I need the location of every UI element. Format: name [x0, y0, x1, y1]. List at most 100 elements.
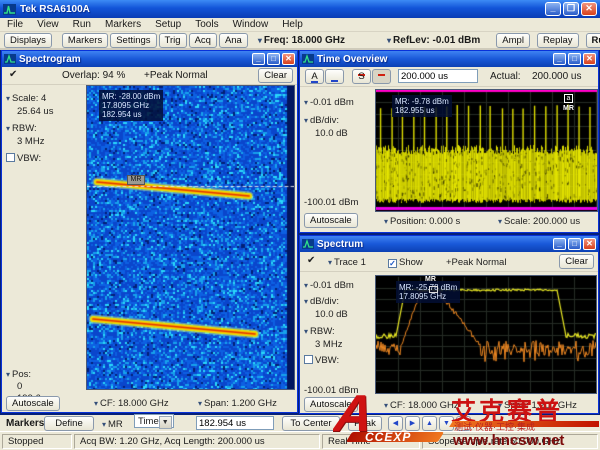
time-overview-plot[interactable]: MR: -9.78 dBm 182.955 us a MR	[375, 89, 598, 212]
top-level-control[interactable]: -0.01 dBm	[304, 280, 354, 291]
menu-file[interactable]: File	[0, 19, 30, 30]
trig-button[interactable]: Trig	[159, 33, 187, 48]
bottom-level-value: -100.01 dBm	[304, 197, 358, 208]
dbdiv-value: 10.0 dB	[315, 309, 348, 320]
trace-mode-label: +Peak Normal	[144, 70, 208, 81]
scale-control[interactable]: Scale: 4	[6, 93, 46, 104]
close-icon[interactable]: ✕	[583, 238, 596, 250]
spectrogram-plot[interactable]: MR: -28.00 dBm 17.8095 GHz 182.954 us MR	[86, 85, 295, 390]
show-checkbox[interactable]: ✓Show	[388, 257, 423, 268]
to-center-button[interactable]: To Center	[282, 416, 340, 431]
reflev-readout[interactable]: RefLev: -0.01 dBm	[387, 35, 480, 46]
rbw-control[interactable]: RBW:	[6, 123, 37, 134]
menu-setup[interactable]: Setup	[148, 19, 188, 30]
vbw-checkbox[interactable]: VBW:	[6, 153, 41, 164]
run-button[interactable]: Run	[586, 33, 600, 48]
acquisition-status: Acq BW: 1.20 GHz, Acq Length: 200.000 us	[74, 434, 320, 449]
spectrum-plot[interactable]: MR: -25.78 dBm 17.8095 GHz MR	[375, 275, 597, 394]
spectrum-marker-box[interactable]	[429, 286, 438, 293]
vbw-checkbox[interactable]: VBW:	[304, 355, 339, 366]
marker-domain-select[interactable]: Time	[134, 414, 174, 428]
dbdiv-control[interactable]: dB/div:	[304, 115, 339, 126]
span-control[interactable]: Span: 1.200 GHz	[198, 398, 277, 409]
spectrum-marker-label: MR	[425, 276, 436, 283]
scale-control[interactable]: Scale: 200.000 us	[498, 216, 580, 227]
spectrum-panel: Spectrum _ □ ✕ Trace 1 ✓Show +Peak Norma…	[299, 235, 599, 414]
analysis-length-button[interactable]	[372, 69, 391, 84]
replay-button[interactable]: Replay	[537, 33, 579, 48]
dbdiv-control[interactable]: dB/div:	[304, 296, 339, 307]
peak-left-icon[interactable]: ◀	[388, 416, 403, 431]
top-level-control[interactable]: -0.01 dBm	[304, 97, 354, 108]
cf-control[interactable]: CF: 18.000 GHz	[384, 400, 459, 411]
ampl-button[interactable]: Ampl	[496, 33, 530, 48]
peak-right-icon[interactable]: ▶	[405, 416, 420, 431]
position-control[interactable]: Position: 0.000 s	[384, 216, 460, 227]
menu-markers[interactable]: Markers	[98, 19, 148, 30]
maximize-icon[interactable]: □	[568, 238, 581, 250]
autoscale-button[interactable]: Autoscale	[304, 213, 358, 228]
close-icon[interactable]: ✕	[583, 53, 596, 65]
span-control[interactable]: Span: 1.200 GHz	[498, 400, 577, 411]
minimize-icon[interactable]: _	[545, 2, 561, 16]
amplitude-trace-button[interactable]: A	[305, 69, 324, 84]
spectrogram-canvas[interactable]	[87, 86, 294, 389]
check-icon[interactable]	[307, 255, 315, 266]
maximize-icon[interactable]: □	[568, 53, 581, 65]
actual-label: Actual:	[490, 71, 521, 82]
close-icon[interactable]: ✕	[282, 53, 295, 65]
markers-toolbar: Markers Define MR Time To Center Peak ◀ …	[0, 414, 600, 431]
trace-mode-label: +Peak Normal	[446, 257, 506, 268]
peak-next-icon[interactable]: ▲	[456, 416, 471, 431]
maximize-icon[interactable]: □	[267, 53, 280, 65]
time-marker-box[interactable]: a	[564, 94, 573, 103]
ana-button[interactable]: Ana	[219, 33, 248, 48]
freq-readout[interactable]: Freq: 18.000 GHz	[258, 35, 345, 46]
minimize-icon[interactable]: _	[252, 53, 265, 65]
clear-button[interactable]: Clear	[258, 68, 293, 83]
analysis-length-input[interactable]	[398, 69, 478, 83]
trace-select[interactable]: Trace 1	[328, 257, 366, 268]
scale-value: 25.64 us	[17, 106, 53, 117]
peak-down-icon[interactable]: ▼	[439, 416, 454, 431]
menu-view[interactable]: View	[30, 19, 66, 30]
dbdiv-value: 10.0 dB	[315, 128, 348, 139]
close-icon[interactable]: ✕	[581, 2, 597, 16]
define-button[interactable]: Define	[44, 416, 94, 431]
markers-button[interactable]: Markers	[62, 33, 108, 48]
settings-button[interactable]: Settings	[110, 33, 156, 48]
cf-control[interactable]: CF: 18.000 GHz	[94, 398, 169, 409]
peak-up-icon[interactable]: ▲	[422, 416, 437, 431]
rbw-control[interactable]: RBW:	[304, 326, 335, 337]
spectrum-length-button[interactable]: S	[352, 69, 371, 84]
minimize-icon[interactable]: _	[553, 53, 566, 65]
clear-button[interactable]: Clear	[559, 254, 594, 269]
acq-button[interactable]: Acq	[189, 33, 217, 48]
displays-button[interactable]: Displays	[4, 33, 52, 48]
autoscale-button[interactable]: Autoscale	[304, 397, 358, 412]
time-overview-icon	[302, 54, 314, 64]
marker-position-input[interactable]	[196, 416, 274, 430]
check-icon[interactable]	[9, 69, 17, 80]
spectrum-titlebar: Spectrum _ □ ✕	[300, 236, 598, 252]
minimize-icon[interactable]: _	[553, 238, 566, 250]
line-trace-button[interactable]	[325, 69, 344, 84]
menu-tools[interactable]: Tools	[188, 19, 225, 30]
spectrogram-marker[interactable]: MR	[127, 175, 145, 185]
mode-status: Real Time	[322, 434, 420, 449]
marker-select[interactable]: MR	[102, 419, 123, 430]
menu-run[interactable]: Run	[66, 19, 98, 30]
menu-window[interactable]: Window	[226, 19, 276, 30]
pos-control[interactable]: Pos:	[6, 369, 31, 380]
checkbox-icon[interactable]	[6, 153, 15, 162]
checkbox-checked-icon[interactable]: ✓	[388, 259, 397, 268]
restore-icon[interactable]: ❐	[563, 2, 579, 16]
overlap-readout[interactable]: Overlap: 94 %	[62, 70, 125, 81]
autoscale-button[interactable]: Autoscale	[6, 396, 60, 411]
time-overview-toolbar: A S Actual: 200.000 us	[300, 67, 598, 87]
menu-help[interactable]: Help	[275, 19, 310, 30]
time-overview-title: Time Overview	[317, 54, 387, 65]
spectrum-toolbar: Trace 1 ✓Show +Peak Normal Clear	[300, 252, 598, 272]
checkbox-icon[interactable]	[304, 355, 313, 364]
peak-button[interactable]: Peak	[348, 416, 382, 431]
